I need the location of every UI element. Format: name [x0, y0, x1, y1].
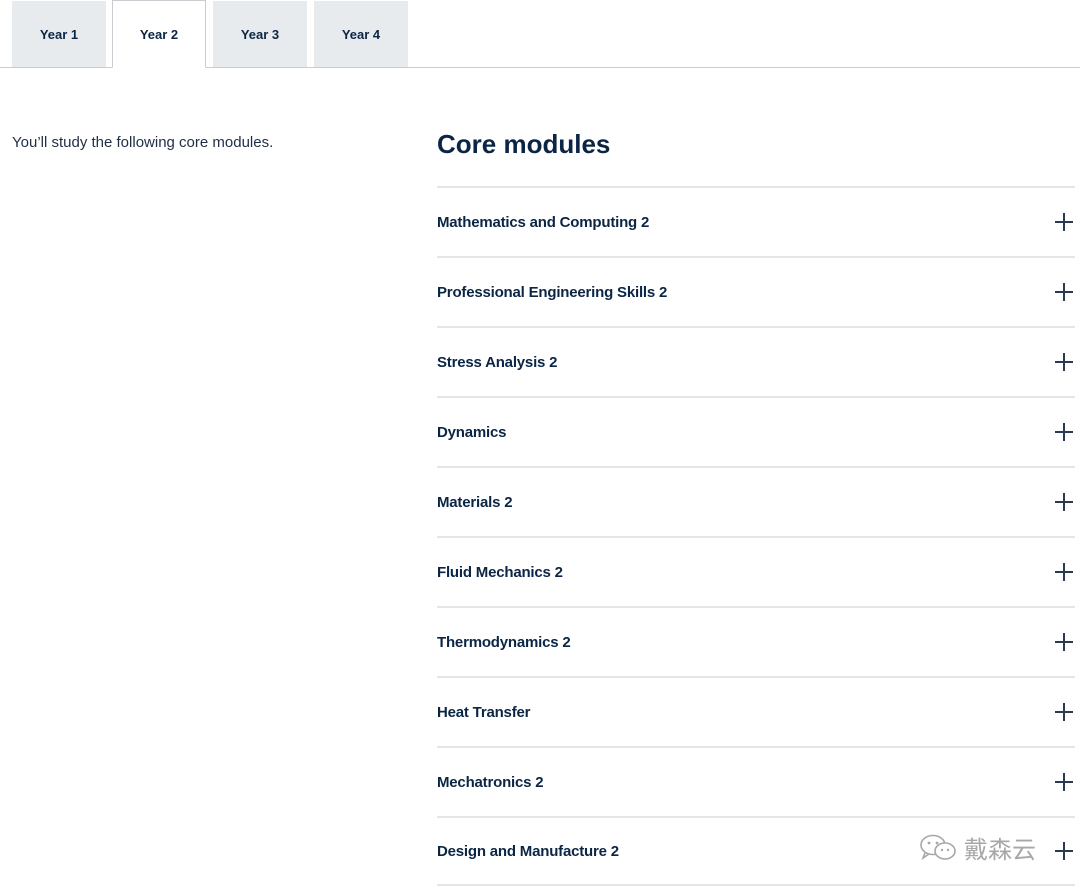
- tab-year-4[interactable]: Year 4: [314, 1, 408, 67]
- plus-icon[interactable]: [1055, 283, 1073, 301]
- plus-icon[interactable]: [1055, 773, 1073, 791]
- plus-icon[interactable]: [1055, 563, 1073, 581]
- wechat-icon: [920, 834, 956, 860]
- tab-year-2[interactable]: Year 2: [112, 0, 206, 68]
- module-title: Mechatronics 2: [437, 773, 544, 791]
- intro-text: You’ll study the following core modules.: [12, 134, 274, 151]
- module-item-mathematics-and-computing[interactable]: Mathematics and Computing 2: [437, 186, 1075, 256]
- module-item-stress-analysis[interactable]: Stress Analysis 2: [437, 326, 1075, 396]
- page: Year 1 Year 2 Year 3 Year 4 You’ll study…: [0, 0, 1080, 893]
- module-item-professional-engineering-skills[interactable]: Professional Engineering Skills 2: [437, 256, 1075, 326]
- plus-icon[interactable]: [1055, 423, 1073, 441]
- module-title: Mathematics and Computing 2: [437, 213, 650, 231]
- module-title: Materials 2: [437, 493, 513, 511]
- plus-icon[interactable]: [1055, 213, 1073, 231]
- module-title: Stress Analysis 2: [437, 353, 558, 371]
- tab-label: Year 1: [39, 26, 79, 42]
- plus-icon[interactable]: [1055, 633, 1073, 651]
- year-tabs: Year 1 Year 2 Year 3 Year 4: [0, 0, 1080, 68]
- module-item-heat-transfer[interactable]: Heat Transfer: [437, 676, 1075, 746]
- tab-label: Year 3: [240, 26, 280, 42]
- module-title: Professional Engineering Skills 2: [437, 283, 668, 301]
- module-title: Design and Manufacture 2: [437, 842, 619, 860]
- module-title: Fluid Mechanics 2: [437, 563, 563, 581]
- tab-year-3[interactable]: Year 3: [213, 1, 307, 67]
- plus-icon[interactable]: [1055, 353, 1073, 371]
- plus-icon[interactable]: [1055, 703, 1073, 721]
- module-title: Thermodynamics 2: [437, 633, 571, 651]
- module-item-materials[interactable]: Materials 2: [437, 466, 1075, 536]
- module-item-mechatronics[interactable]: Mechatronics 2: [437, 746, 1075, 816]
- tab-year-1[interactable]: Year 1: [12, 1, 106, 67]
- plus-icon[interactable]: [1055, 493, 1073, 511]
- watermark: 戴森云: [918, 830, 1036, 865]
- plus-icon[interactable]: [1055, 842, 1073, 860]
- core-modules-heading: Core modules: [437, 129, 611, 159]
- tab-label: Year 2: [139, 26, 179, 42]
- core-modules-list: Mathematics and Computing 2 Professional…: [437, 186, 1075, 886]
- module-item-thermodynamics[interactable]: Thermodynamics 2: [437, 606, 1075, 676]
- module-item-fluid-mechanics[interactable]: Fluid Mechanics 2: [437, 536, 1075, 606]
- module-title: Dynamics: [437, 423, 507, 441]
- watermark-text: 戴森云: [964, 836, 1036, 864]
- tab-label: Year 4: [341, 26, 381, 42]
- module-item-dynamics[interactable]: Dynamics: [437, 396, 1075, 466]
- module-title: Heat Transfer: [437, 703, 531, 721]
